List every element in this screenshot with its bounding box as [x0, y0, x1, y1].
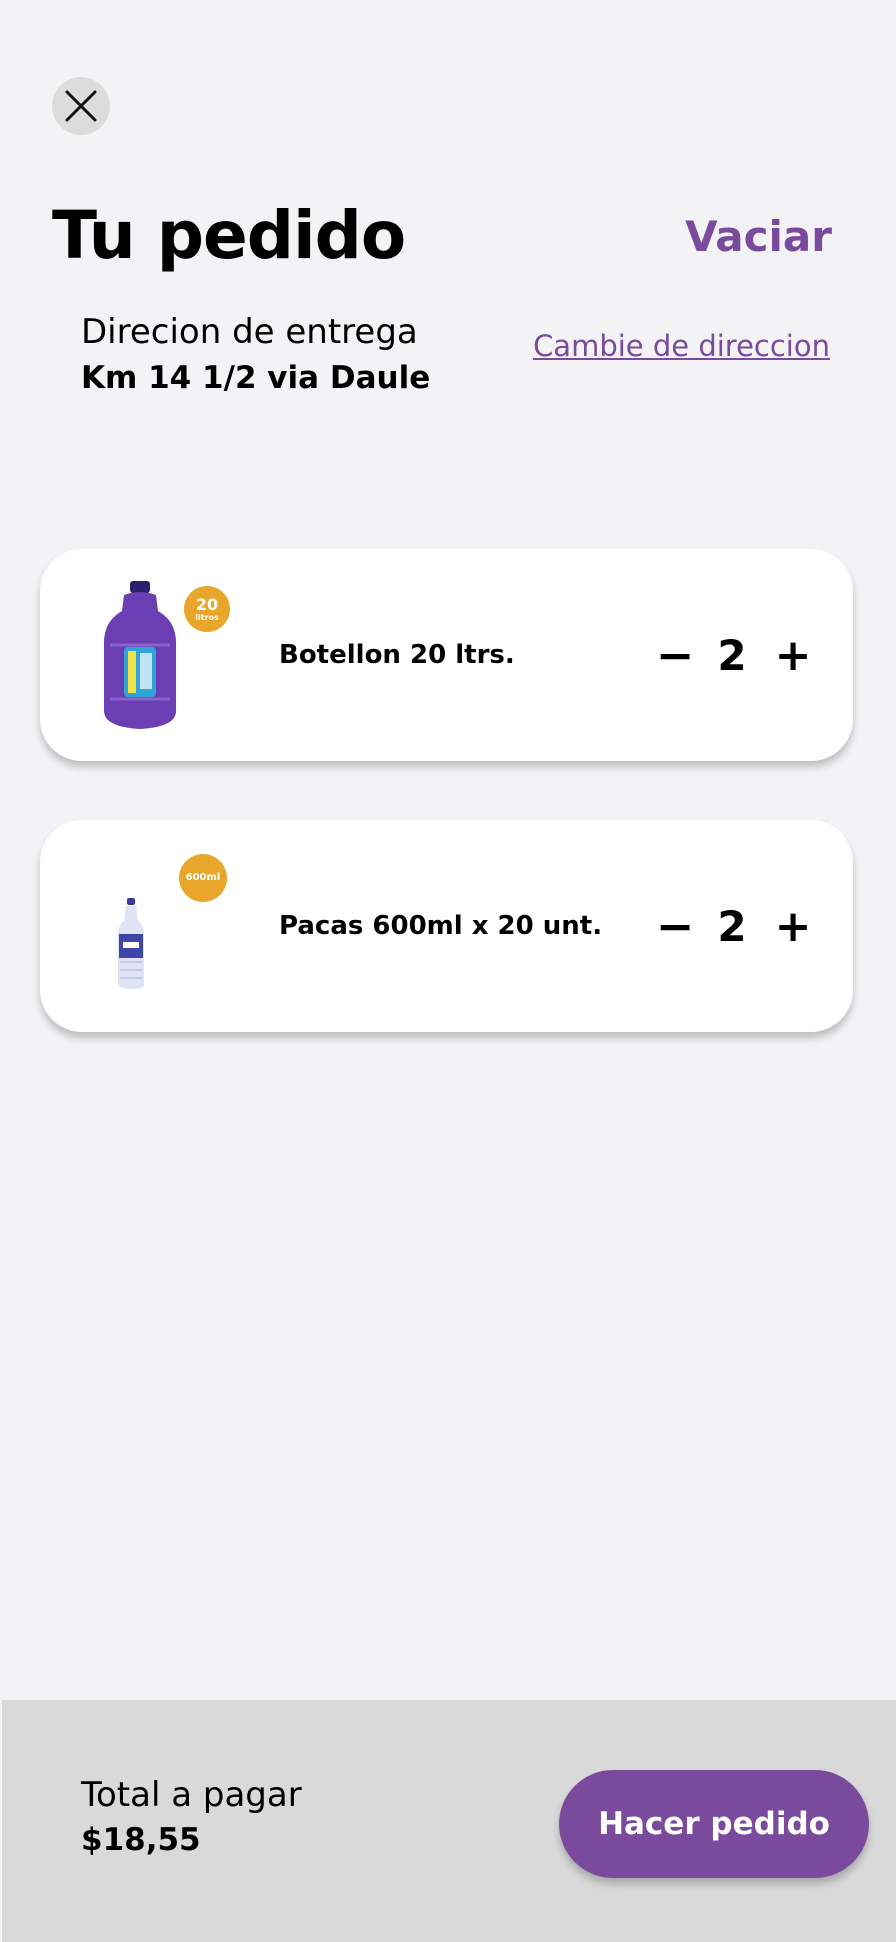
increase-quantity-button[interactable]: +	[773, 549, 813, 761]
product-name: Botellon 20 ltrs.	[279, 640, 515, 670]
delivery-address-value: Km 14 1/2 via Daule	[81, 360, 431, 396]
close-button[interactable]	[52, 77, 110, 135]
place-order-button[interactable]: Hacer pedido	[559, 1770, 869, 1878]
close-icon	[65, 90, 97, 122]
page-title: Tu pedido	[52, 197, 406, 274]
checkout-bar: Total a pagar $18,55 Hacer pedido	[2, 1700, 896, 1942]
decrease-quantity-button[interactable]: −	[656, 549, 695, 761]
water-bottle-image	[118, 898, 144, 989]
product-name: Pacas 600ml x 20 unt.	[279, 911, 603, 941]
quantity-value: 2	[717, 901, 747, 951]
total-label: Total a pagar	[81, 1775, 302, 1815]
quantity-value: 2	[717, 630, 747, 680]
capacity-badge: 20 litros	[184, 586, 230, 632]
decrease-quantity-button[interactable]: −	[656, 820, 695, 1032]
delivery-address-label: Direcion de entrega	[81, 312, 418, 352]
cart-item: 600ml Pacas 600ml x 20 unt. − 2 +	[40, 820, 853, 1032]
cart-item: 20 litros Botellon 20 ltrs. − 2 +	[40, 549, 853, 761]
change-address-link[interactable]: Cambie de direccion	[533, 326, 830, 366]
clear-cart-button[interactable]: Vaciar	[685, 210, 832, 264]
capacity-badge: 600ml	[179, 854, 227, 902]
order-screen: Tu pedido Vaciar Direcion de entrega Km …	[0, 0, 896, 1942]
increase-quantity-button[interactable]: +	[773, 820, 813, 1032]
water-jug-image	[104, 581, 176, 729]
total-amount: $18,55	[81, 1822, 201, 1858]
